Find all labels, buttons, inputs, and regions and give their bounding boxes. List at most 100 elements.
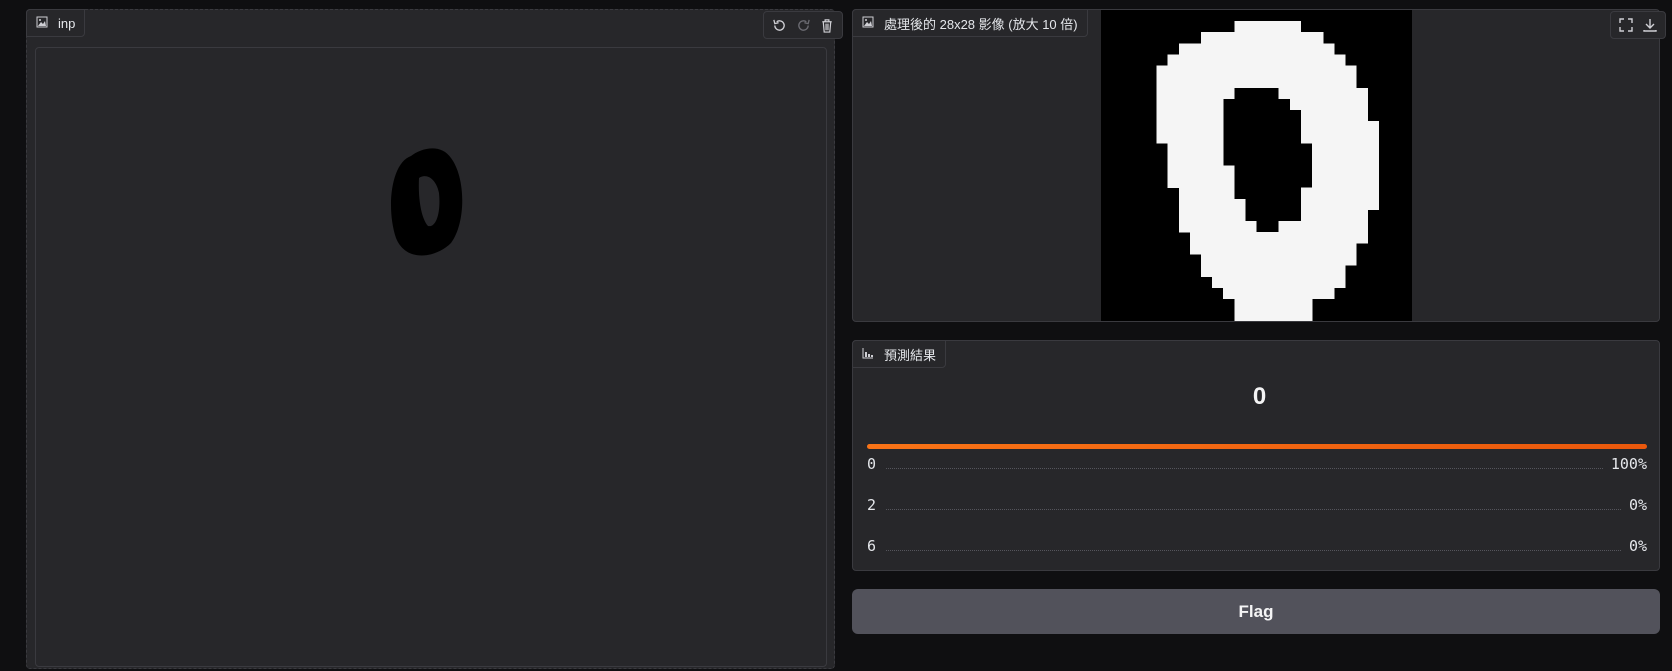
- fullscreen-icon[interactable]: [1616, 15, 1636, 35]
- pixel: [1212, 43, 1224, 55]
- pixel: [1300, 265, 1313, 277]
- pixel: [1289, 43, 1302, 55]
- pixel: [1223, 209, 1235, 222]
- pixel: [1367, 143, 1379, 155]
- pixel: [1289, 298, 1302, 311]
- confidence-row: 0 100%: [867, 455, 1647, 473]
- pixel: [1312, 43, 1324, 55]
- pixel: [1234, 65, 1246, 77]
- input-label: inp: [58, 15, 76, 31]
- redo-icon[interactable]: [793, 15, 813, 35]
- pixel: [1312, 65, 1324, 77]
- pixel: [1345, 121, 1357, 133]
- pixel: [1278, 65, 1291, 77]
- pixel: [1234, 21, 1246, 33]
- pixel: [1367, 165, 1379, 177]
- pixel: [1356, 176, 1368, 188]
- pixel: [1334, 254, 1346, 266]
- pixel: [1212, 232, 1224, 244]
- pixel: [1200, 198, 1213, 211]
- pixel: [1312, 121, 1324, 133]
- flag-button[interactable]: Flag: [852, 589, 1660, 634]
- pixel: [1167, 54, 1179, 66]
- pixel: [1212, 198, 1224, 211]
- pixel: [1334, 243, 1346, 255]
- pixel: [1223, 65, 1235, 77]
- pixel: [1334, 87, 1346, 100]
- pixel: [1178, 76, 1191, 88]
- pixel: [1323, 198, 1335, 211]
- pixel: [1323, 65, 1335, 77]
- pixel: [1156, 132, 1168, 144]
- pixel: [1334, 109, 1346, 122]
- pixel: [1223, 221, 1235, 233]
- pixel: [1256, 254, 1268, 266]
- pixel: [1312, 254, 1324, 266]
- pixel: [1300, 109, 1313, 122]
- pixel: [1356, 154, 1368, 166]
- pixel: [1234, 198, 1246, 211]
- pixel: [1278, 76, 1291, 88]
- pixel: [1356, 209, 1368, 222]
- undo-icon[interactable]: [769, 15, 789, 35]
- pixel: [1367, 154, 1379, 166]
- pixel: [1223, 232, 1235, 244]
- pixel: [1200, 132, 1213, 144]
- pixel: [1256, 54, 1268, 66]
- pixel: [1267, 243, 1279, 255]
- pixel: [1200, 209, 1213, 222]
- pixel: [1334, 221, 1346, 233]
- pixel: [1189, 132, 1202, 144]
- pixel: [1245, 243, 1257, 255]
- pixel: [1167, 121, 1179, 133]
- pixel: [1267, 65, 1279, 77]
- pixel: [1189, 98, 1202, 111]
- pixel: [1278, 232, 1291, 244]
- pixel: [1256, 298, 1268, 311]
- pixel: [1345, 65, 1357, 77]
- confidence-row: 2 0%: [867, 496, 1647, 514]
- pixel: [1189, 187, 1202, 200]
- pixel: [1334, 265, 1346, 277]
- pixel: [1300, 232, 1313, 244]
- pixel: [1334, 143, 1346, 155]
- pixel: [1323, 243, 1335, 255]
- pixel: [1234, 76, 1246, 88]
- pixel: [1200, 54, 1213, 66]
- pixel: [1323, 54, 1335, 66]
- pixel: [1267, 309, 1279, 321]
- pixel: [1323, 143, 1335, 155]
- pixel: [1256, 43, 1268, 55]
- pixel: [1167, 76, 1179, 88]
- pixel: [1167, 98, 1179, 111]
- pixel: [1178, 209, 1191, 222]
- pixel: [1212, 221, 1224, 233]
- pixel: [1345, 198, 1357, 211]
- pixel: [1300, 276, 1313, 288]
- pixel: [1312, 287, 1324, 300]
- pixel: [1178, 109, 1191, 122]
- pixel: [1345, 87, 1357, 100]
- pixel: [1223, 198, 1235, 211]
- image-icon: [862, 16, 874, 31]
- pixel: [1245, 43, 1257, 55]
- pixel: [1189, 121, 1202, 133]
- pixel: [1334, 232, 1346, 244]
- pixel: [1256, 76, 1268, 88]
- pixel: [1300, 298, 1313, 311]
- pixel: [1245, 287, 1257, 300]
- pixel: [1367, 176, 1379, 188]
- pixel: [1345, 165, 1357, 177]
- drawing-canvas[interactable]: [35, 47, 827, 667]
- confidence-bar-0: [867, 444, 1647, 449]
- pixel: [1212, 276, 1224, 288]
- confidence-value: 100%: [1610, 455, 1647, 473]
- pixel: [1189, 232, 1202, 244]
- pixel: [1189, 243, 1202, 255]
- trash-icon[interactable]: [817, 15, 837, 35]
- pixel: [1178, 143, 1191, 155]
- pixel: [1223, 254, 1235, 266]
- pixel: [1312, 187, 1324, 200]
- download-icon[interactable]: [1640, 15, 1660, 35]
- pixel: [1156, 65, 1168, 77]
